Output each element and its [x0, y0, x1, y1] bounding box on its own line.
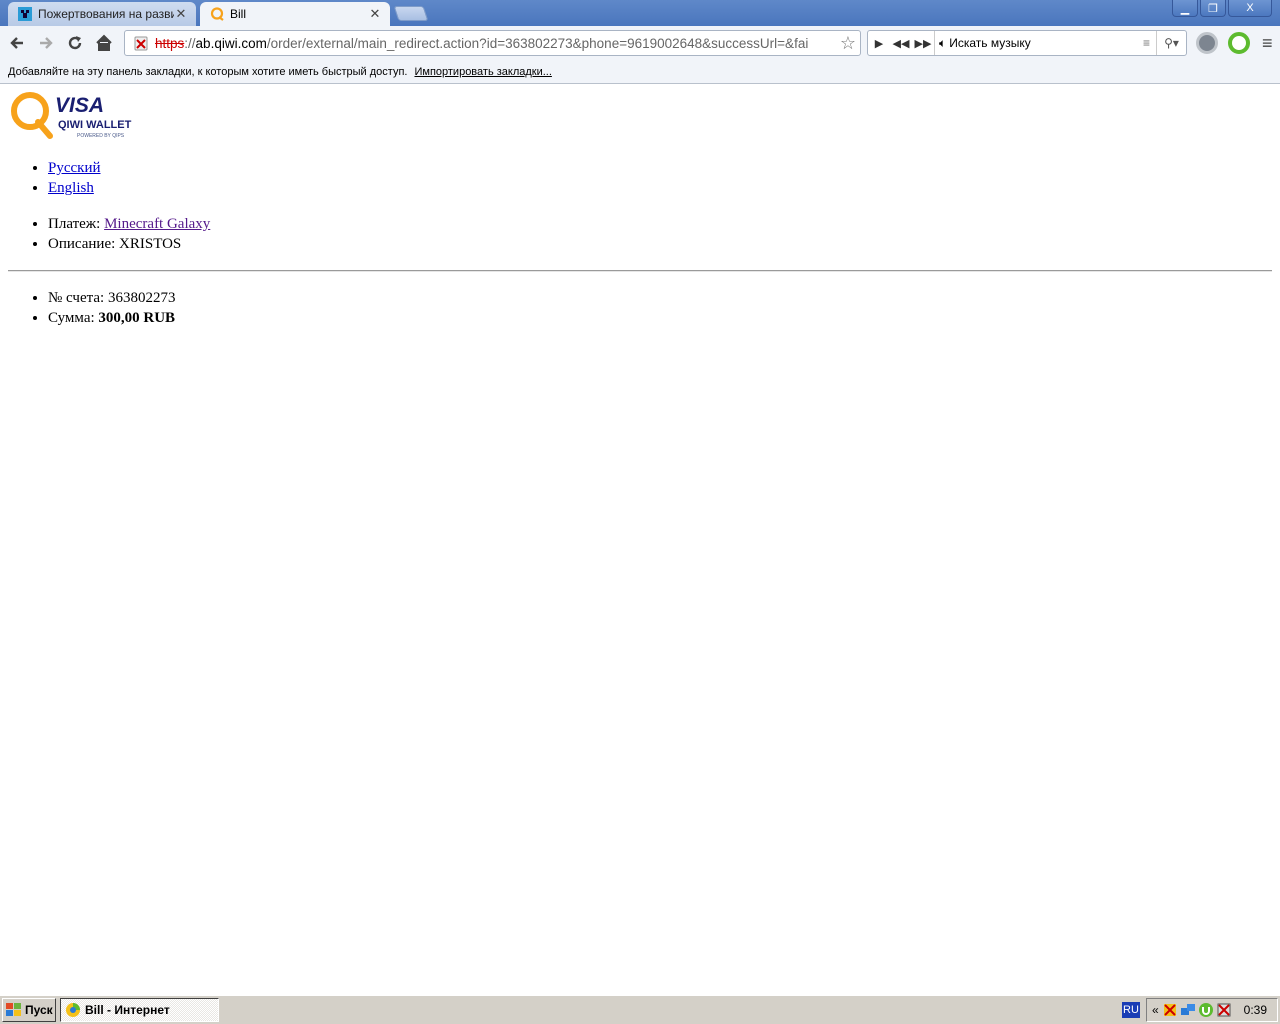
- url-path: /order/external/main_redirect.action?id=…: [266, 35, 809, 51]
- list-item: № счета: 363802273: [48, 288, 175, 308]
- play-icon[interactable]: ▶: [868, 37, 890, 50]
- browser-app-icon: [66, 1003, 80, 1017]
- tray-collapse-icon[interactable]: «: [1152, 1003, 1159, 1017]
- tab-title: Bill: [230, 7, 247, 21]
- reload-icon[interactable]: [64, 32, 86, 54]
- network-icon[interactable]: [1180, 1002, 1196, 1018]
- system-tray: « 0:39: [1146, 998, 1278, 1022]
- logo-brand: VISA: [55, 94, 104, 117]
- new-tab-button[interactable]: [393, 6, 429, 21]
- taskbar-item-browser[interactable]: Bill - Интернет: [60, 998, 219, 1022]
- minecraft-favicon-icon: [18, 7, 32, 21]
- maximize-button[interactable]: ❐: [1200, 0, 1226, 17]
- extension-gray-icon[interactable]: [1196, 32, 1218, 54]
- list-item: Платеж: Minecraft Galaxy: [48, 214, 210, 234]
- music-search-placeholder: Искать музыку: [949, 36, 1031, 50]
- bookmark-star-icon[interactable]: ☆: [837, 33, 856, 54]
- language-russian-link[interactable]: Русский: [48, 160, 101, 176]
- start-button[interactable]: Пуск: [2, 998, 56, 1022]
- minimize-button[interactable]: ▁: [1172, 0, 1198, 17]
- list-item: Сумма: 300,00 RUB: [48, 308, 175, 328]
- extension-green-icon[interactable]: [1228, 32, 1250, 54]
- clock: 0:39: [1243, 1003, 1267, 1017]
- tab-strip: Пожертвования на развити ✕ Bill ✕ ▁ ❐ X: [0, 0, 1280, 26]
- amount-label: Сумма:: [48, 310, 95, 326]
- search-icon[interactable]: ⚲▾: [1156, 31, 1186, 55]
- music-search-input[interactable]: 🔈︎ Искать музыку ≡: [934, 31, 1156, 55]
- url-scheme: https: [155, 35, 185, 51]
- tab-bill[interactable]: Bill ✕: [200, 2, 390, 26]
- utorrent-icon[interactable]: [1198, 1002, 1214, 1018]
- close-tab-icon[interactable]: ✕: [368, 6, 382, 22]
- wrench-menu-icon[interactable]: ≡: [1262, 33, 1273, 54]
- menu-icon[interactable]: ≡: [1143, 36, 1150, 50]
- url-host: ab.qiwi.com: [195, 35, 267, 51]
- visa-qiwi-wallet-logo: VISA QIWI WALLET POWERED BY QIPS: [11, 92, 132, 139]
- windows-logo-icon: [6, 1003, 21, 1016]
- invoice-details-list: № счета: 363802273 Сумма: 300,00 RUB: [48, 288, 175, 328]
- home-icon[interactable]: [93, 32, 115, 54]
- bookmarks-bar: Добавляйте на эту панель закладки, к кот…: [0, 60, 1280, 84]
- security-alert-icon[interactable]: [1162, 1002, 1178, 1018]
- list-item: Русский: [48, 158, 101, 178]
- close-window-button[interactable]: X: [1228, 0, 1272, 17]
- firewall-icon[interactable]: [1216, 1002, 1232, 1018]
- tab-title: Пожертвования на развити: [38, 7, 174, 21]
- description-value: XRISTOS: [119, 236, 182, 252]
- import-bookmarks-link[interactable]: Импортировать закладки...: [414, 66, 551, 78]
- address-bar[interactable]: https://ab.qiwi.com/order/external/main_…: [124, 30, 861, 56]
- list-item: Описание: XRISTOS: [48, 234, 210, 254]
- divider: [8, 270, 1272, 272]
- description-label: Описание:: [48, 236, 116, 252]
- forward-arrow-icon[interactable]: [35, 32, 57, 54]
- invoice-number: 363802273: [107, 290, 176, 306]
- taskbar-item-label: Bill - Интернет: [85, 1003, 170, 1017]
- language-english-link[interactable]: English: [48, 180, 94, 196]
- page-content: VISA QIWI WALLET POWERED BY QIPS Русский…: [0, 85, 1280, 995]
- invoice-label: № счета:: [48, 290, 105, 306]
- start-label: Пуск: [25, 1003, 53, 1017]
- tab-donations[interactable]: Пожертвования на развити ✕: [8, 2, 196, 26]
- language-indicator[interactable]: RU: [1122, 1002, 1140, 1018]
- speaker-icon: 🔈︎: [939, 35, 947, 50]
- list-item: English: [48, 178, 101, 198]
- bookmarks-bar-hint: Добавляйте на эту панель закладки, к кот…: [8, 65, 408, 78]
- logo-tagline: POWERED BY QIPS: [77, 133, 125, 139]
- close-tab-icon[interactable]: ✕: [174, 6, 188, 22]
- rewind-icon[interactable]: ◀◀: [890, 37, 912, 50]
- window-controls: ▁ ❐ X: [1172, 0, 1272, 17]
- taskbar: Пуск Bill - Интернет RU « 0:39: [0, 995, 1280, 1024]
- logo-product: QIWI WALLET: [58, 119, 132, 131]
- music-search-bar: ▶ ◀◀ ▶▶ 🔈︎ Искать музыку ≡ ⚲▾: [867, 30, 1187, 56]
- back-arrow-icon[interactable]: [6, 32, 28, 54]
- language-list: Русский English: [48, 158, 101, 198]
- fast-forward-icon[interactable]: ▶▶: [912, 37, 934, 50]
- amount-value: 300,00 RUB: [98, 310, 176, 326]
- merchant-link[interactable]: Minecraft Galaxy: [104, 216, 210, 232]
- insecure-https-icon[interactable]: [133, 35, 149, 51]
- payment-details-list: Платеж: Minecraft Galaxy Описание: XRIST…: [48, 214, 210, 254]
- payment-label: Платеж:: [48, 216, 101, 232]
- qiwi-favicon-icon: [210, 7, 224, 21]
